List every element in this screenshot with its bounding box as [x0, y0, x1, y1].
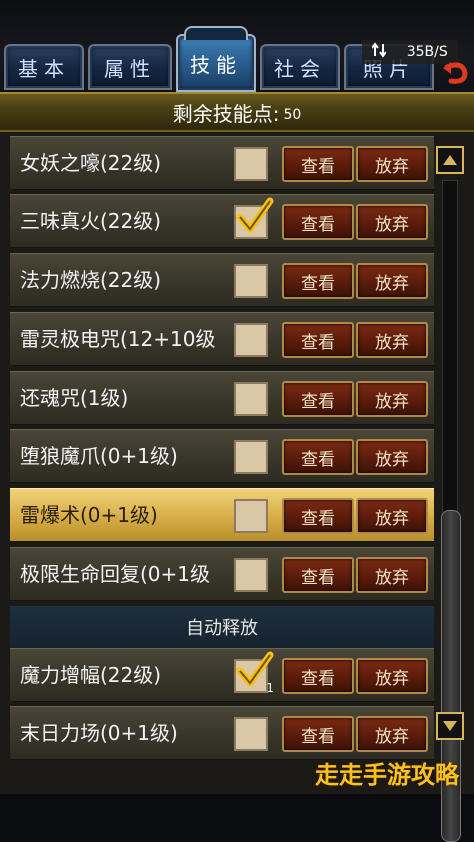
skill-name: 女妖之嚎(22级) [20, 151, 162, 175]
skill-row[interactable]: 三味真火(22级) 查看 放弃 [10, 194, 434, 248]
drop-button[interactable]: 放弃 [356, 146, 428, 182]
back-icon[interactable] [440, 58, 470, 86]
skill-checkbox[interactable] [234, 382, 268, 416]
skill-checkbox[interactable] [234, 440, 268, 474]
skill-name: 三味真火(22级) [20, 209, 162, 233]
drop-button[interactable]: 放弃 [356, 498, 428, 534]
skill-name: 末日力场(0+1级) [20, 721, 178, 745]
view-button[interactable]: 查看 [282, 381, 354, 417]
skill-row[interactable]: 还魂咒(1级) 查看 放弃 [10, 371, 434, 425]
skill-checkbox[interactable] [234, 558, 268, 592]
skill-row[interactable]: 魔力增幅(22级) 1 查看 放弃 [10, 648, 434, 702]
view-button[interactable]: 查看 [282, 658, 354, 694]
drop-button[interactable]: 放弃 [356, 557, 428, 593]
tab-cap-ornament [184, 26, 248, 40]
scroll-up-button[interactable] [436, 146, 464, 174]
skill-row[interactable]: 雷灵极电咒(12+10级 查看 放弃 [10, 312, 434, 366]
skill-checkbox[interactable] [234, 499, 268, 533]
skill-checkbox[interactable] [234, 264, 268, 298]
skill-points-value: 50 [283, 107, 302, 123]
skill-checkbox[interactable] [234, 147, 268, 181]
drop-button[interactable]: 放弃 [356, 381, 428, 417]
scroll-thumb[interactable] [441, 510, 461, 842]
skill-name: 雷灵极电咒(12+10级 [20, 327, 216, 351]
view-button[interactable]: 查看 [282, 263, 354, 299]
tab-basic[interactable]: 基本 [4, 44, 84, 90]
skill-checkbox[interactable] [234, 717, 268, 751]
drop-button[interactable]: 放弃 [356, 322, 428, 358]
skill-row[interactable]: 女妖之嚎(22级) 查看 放弃 [10, 136, 434, 190]
tab-skills[interactable]: 技能 [176, 26, 256, 92]
drop-button[interactable]: 放弃 [356, 439, 428, 475]
tab-bar: 基本 属性 技能 社会 照片 35B/S [0, 0, 474, 92]
tab-attributes[interactable]: 属性 [88, 44, 172, 90]
scrollbar[interactable] [436, 146, 466, 842]
skill-name: 堕狼魔爪(0+1级) [20, 444, 178, 468]
view-button[interactable]: 查看 [282, 498, 354, 534]
data-transfer-icon [371, 42, 388, 62]
skill-count: 1 [266, 681, 274, 695]
skill-row[interactable]: 堕狼魔爪(0+1级) 查看 放弃 [10, 429, 434, 483]
skill-points-header: 剩余技能点: 50 [0, 92, 474, 132]
drop-button[interactable]: 放弃 [356, 263, 428, 299]
skill-checkbox[interactable] [234, 197, 274, 239]
view-button[interactable]: 查看 [282, 557, 354, 593]
tab-social[interactable]: 社会 [260, 44, 340, 90]
skill-row[interactable]: 雷爆术(0+1级) 查看 放弃 [10, 488, 434, 542]
skill-name: 法力燃烧(22级) [20, 268, 162, 292]
view-button[interactable]: 查看 [282, 204, 354, 240]
scroll-down-button[interactable] [436, 712, 464, 740]
skill-checkbox[interactable] [234, 323, 268, 357]
skill-name: 魔力增幅(22级) [20, 663, 162, 687]
skill-name: 雷爆术(0+1级) [20, 503, 158, 527]
tab-skills-label: 技能 [190, 52, 242, 77]
view-button[interactable]: 查看 [282, 322, 354, 358]
skill-name: 极限生命回复(0+1级 [20, 562, 211, 586]
view-button[interactable]: 查看 [282, 716, 354, 752]
skill-row[interactable]: 法力燃烧(22级) 查看 放弃 [10, 253, 434, 307]
watermark: 走走手游攻略 [315, 760, 459, 789]
view-button[interactable]: 查看 [282, 146, 354, 182]
skill-points-label: 剩余技能点: [172, 101, 280, 126]
skill-name: 还魂咒(1级) [20, 386, 129, 410]
auto-release-section-header: 自动释放 [10, 606, 434, 648]
drop-button[interactable]: 放弃 [356, 658, 428, 694]
skill-checkbox[interactable]: 1 [234, 651, 274, 695]
drop-button[interactable]: 放弃 [356, 204, 428, 240]
view-button[interactable]: 查看 [282, 439, 354, 475]
drop-button[interactable]: 放弃 [356, 716, 428, 752]
skill-row[interactable]: 极限生命回复(0+1级 查看 放弃 [10, 547, 434, 601]
